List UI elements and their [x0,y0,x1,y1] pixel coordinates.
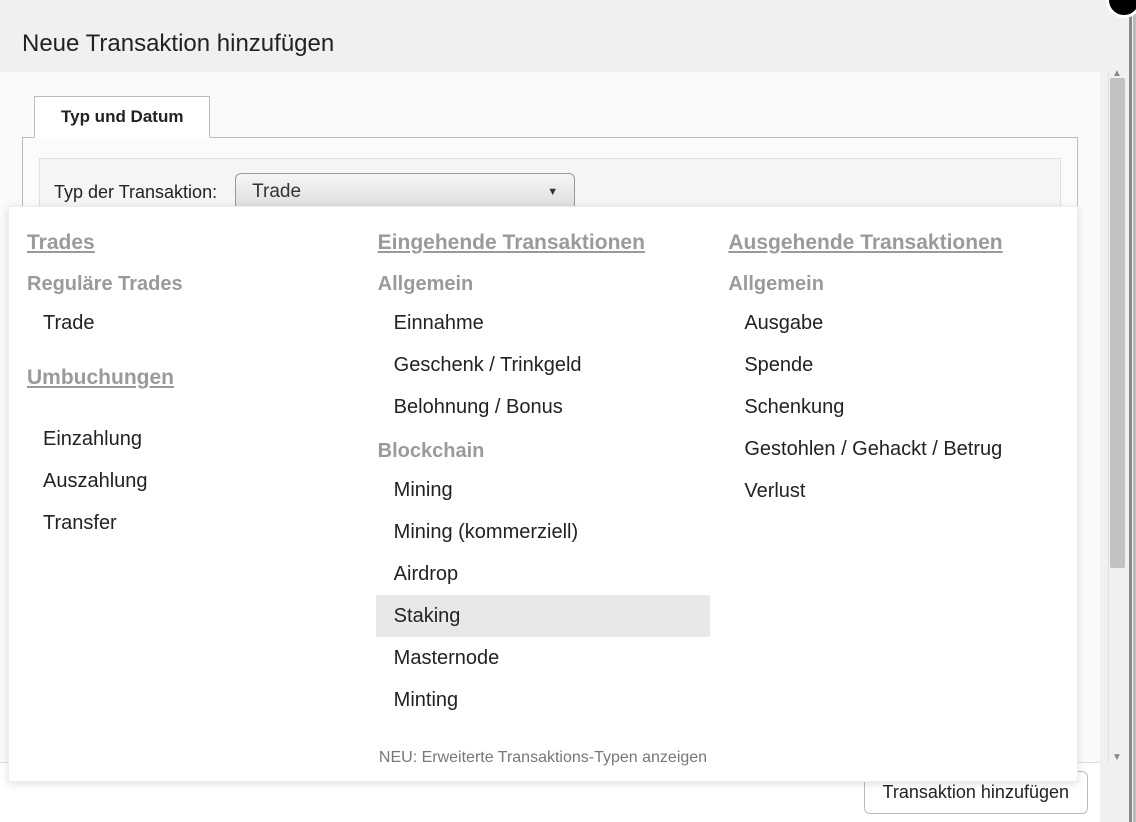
window-border-inner [1129,0,1132,822]
dropdown-value: Trade [252,181,301,203]
option-transfer[interactable]: Transfer [25,502,360,544]
col-trades: Trades Reguläre Trades Trade Umbuchungen… [17,231,368,721]
close-button[interactable] [1106,0,1136,18]
caret-down-icon: ▼ [547,186,558,198]
option-belohnung[interactable]: Belohnung / Bonus [376,386,711,428]
col-header-incoming: Eingehende Transaktionen [376,231,711,255]
col-incoming: Eingehende Transaktionen Allgemein Einna… [368,231,719,721]
option-mining-kommerziell[interactable]: Mining (kommerziell) [376,511,711,553]
label-transaction-type: Typ der Transaktion: [54,182,217,203]
option-gestohlen[interactable]: Gestohlen / Gehackt / Betrug [726,428,1061,470]
group-title: Blockchain [376,440,711,463]
col-outgoing: Ausgehende Transaktionen Allgemein Ausga… [718,231,1069,721]
scrollbar-thumb[interactable] [1110,78,1125,568]
option-einnahme[interactable]: Einnahme [376,302,711,344]
option-schenkung[interactable]: Schenkung [726,386,1061,428]
group-title: Reguläre Trades [25,273,360,296]
scroll-down-icon[interactable]: ▼ [1110,752,1124,766]
option-staking[interactable]: Staking [376,595,711,637]
option-masternode[interactable]: Masternode [376,637,711,679]
dropdown-footer-link[interactable]: NEU: Erweiterte Transaktions-Typen anzei… [9,731,1077,769]
option-airdrop[interactable]: Airdrop [376,553,711,595]
option-mining[interactable]: Mining [376,469,711,511]
option-auszahlung[interactable]: Auszahlung [25,460,360,502]
option-minting[interactable]: Minting [376,679,711,721]
option-ausgabe[interactable]: Ausgabe [726,302,1061,344]
tab-type-and-date[interactable]: Typ und Datum [34,96,210,138]
col-header-trades: Trades [25,231,360,255]
scrollbar-track[interactable]: ▲ ▼ [1108,72,1126,762]
option-spende[interactable]: Spende [726,344,1061,386]
modal-header: Neue Transaktion hinzufügen [0,0,1100,72]
option-verlust[interactable]: Verlust [726,470,1061,512]
group-title: Allgemein [376,273,711,296]
group-title: Allgemein [726,273,1061,296]
col-header-outgoing: Ausgehende Transaktionen [726,231,1061,255]
option-trade[interactable]: Trade [25,302,360,344]
option-einzahlung[interactable]: Einzahlung [25,418,360,460]
dropdown-panel: Trades Reguläre Trades Trade Umbuchungen… [8,206,1078,782]
dropdown-columns: Trades Reguläre Trades Trade Umbuchungen… [9,231,1077,721]
modal-title: Neue Transaktion hinzufügen [22,30,1078,58]
col-header-umbuchungen: Umbuchungen [25,366,360,390]
option-geschenk[interactable]: Geschenk / Trinkgeld [376,344,711,386]
